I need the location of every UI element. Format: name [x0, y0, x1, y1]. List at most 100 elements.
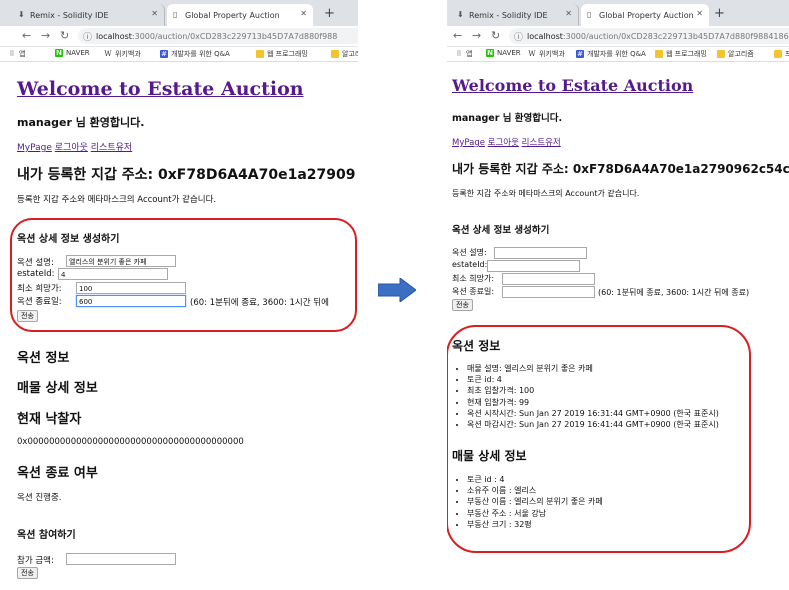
bookmark-algorithm[interactable]: 알고리즘	[717, 49, 754, 59]
wallet-heading: 내가 등록한 지갑 주소: 0xF78D6A4A70e1a27909	[17, 167, 356, 183]
url-host: localhost	[96, 31, 132, 41]
current-bidder-heading: 현재 낙찰자	[17, 412, 82, 427]
folder-icon	[717, 50, 725, 58]
tab-remix[interactable]: ⬇ Remix - Solidity IDE ✕	[451, 4, 579, 26]
close-icon[interactable]: ✕	[151, 9, 158, 18]
bookmark-naver[interactable]: N NAVER	[486, 49, 521, 57]
bookmark-apps[interactable]: ⠿ 앱	[455, 49, 472, 59]
form-heading: 옥션 상세 정보 생성하기	[452, 225, 550, 236]
bookmark-web-programming[interactable]: 웹 프로그래밍	[655, 49, 707, 59]
field-label-end-date: 옥션 종료일:	[452, 287, 495, 296]
field-label-min-price: 최소 희망가:	[452, 274, 495, 283]
bookmark-algorithm[interactable]: 알고리즘	[331, 49, 358, 59]
greeting: manager 님 환영합니다.	[17, 116, 145, 129]
bookmark-qa[interactable]: # 개발자를 위한 Q&A	[576, 49, 646, 59]
forward-icon[interactable]: →	[472, 29, 481, 42]
end-date-hint: (60: 1분뒤에 종료, 3600: 1시간 뒤에 종료)	[598, 288, 750, 297]
after-screenshot: ⬇ Remix - Solidity IDE ✕ ▯ Global Proper…	[447, 0, 789, 590]
download-icon: ⬇	[457, 10, 464, 19]
url-path: :3000/auction/0xCD283c229713b45D7A7d880f…	[131, 31, 338, 41]
bookmark-apps[interactable]: ⠿ 앱	[8, 49, 25, 59]
bookmark-wikipedia[interactable]: W 위키백과	[528, 49, 564, 59]
apps-icon: ⠿	[9, 50, 15, 58]
nav-links: MyPage 로그아웃 리스트유저	[452, 136, 561, 148]
tab-global-property-auction[interactable]: ▯ Global Property Auction ✕	[581, 4, 709, 26]
property-detail-heading: 매물 상세 정보	[17, 381, 98, 396]
page-icon: ▯	[587, 10, 592, 19]
url-path: :3000/auction/0xCD283c229713b45D7A7d880f…	[562, 31, 789, 41]
forward-icon[interactable]: →	[41, 29, 50, 42]
mypage-link[interactable]: MyPage	[17, 143, 52, 153]
naver-icon: N	[486, 49, 494, 57]
url-host: localhost	[527, 31, 563, 41]
greeting: manager 님 환영합니다.	[452, 113, 563, 124]
mypage-link[interactable]: MyPage	[452, 138, 485, 148]
list-users-link[interactable]: 리스트유저	[522, 138, 561, 148]
wallet-note: 등록한 지갑 주소와 메타마스크의 Account가 같습니다.	[452, 189, 640, 198]
close-icon[interactable]: ✕	[565, 9, 572, 18]
page-title-link[interactable]: Welcome to Estate Auction	[17, 78, 304, 100]
folder-icon	[331, 50, 339, 58]
reload-icon[interactable]: ↻	[60, 29, 69, 42]
min-price-input[interactable]	[502, 273, 595, 285]
info-icon: ⓘ	[83, 33, 93, 43]
tab-strip: ⬇ Remix - Solidity IDE ✕ ▯ Global Proper…	[0, 0, 358, 26]
download-icon: ⬇	[18, 10, 25, 19]
new-tab-button[interactable]: +	[324, 6, 335, 21]
bookmark-overflow[interactable]: 프	[774, 49, 789, 59]
reload-icon[interactable]: ↻	[491, 29, 500, 42]
logout-link[interactable]: 로그아웃	[55, 143, 88, 153]
address-bar[interactable]: ⓘ localhost:3000/auction/0xCD283c229713b…	[509, 28, 789, 44]
estate-id-input[interactable]	[487, 260, 580, 272]
bid-submit-button[interactable]: 전송	[17, 567, 38, 579]
tab-remix[interactable]: ⬇ Remix - Solidity IDE ✕	[12, 4, 165, 26]
wikipedia-icon: W	[528, 50, 536, 58]
field-label-description: 옥션 설명:	[452, 248, 487, 257]
wallet-note: 등록한 지갑 주소와 메타마스크의 Account가 같습니다.	[17, 195, 217, 205]
naver-icon: N	[55, 49, 63, 57]
navigation-bar: ← → ↻ ⓘ localhost:3000/auction/0xCD283c2…	[447, 26, 789, 47]
close-icon[interactable]: ✕	[300, 9, 307, 18]
highlight-ring-results	[447, 325, 751, 553]
bookmark-wikipedia[interactable]: W 위키백과	[104, 49, 140, 59]
description-input[interactable]	[494, 247, 587, 259]
list-users-link[interactable]: 리스트유저	[91, 143, 132, 153]
submit-button[interactable]: 전송	[452, 299, 473, 311]
address-bar[interactable]: ⓘ localhost:3000/auction/0xCD283c229713b…	[78, 28, 358, 44]
bookmarks-bar: ⠿앱 NNAVER W위키백과 #개발자를 위한 Q&A 웹 프로그래밍 알고리…	[0, 47, 358, 62]
tab-remix-title: Remix - Solidity IDE	[30, 10, 109, 20]
close-icon[interactable]: ✕	[696, 9, 703, 18]
new-tab-button[interactable]: +	[714, 6, 725, 21]
arrow-right-icon	[378, 278, 416, 302]
join-heading: 옥션 참여하기	[17, 530, 76, 541]
folder-icon	[774, 50, 782, 58]
bookmarks-bar: ⠿앱 NNAVER W위키백과 #개발자를 위한 Q&A 웹 프로그래밍 알고리…	[447, 47, 789, 62]
info-icon: ⓘ	[514, 33, 524, 43]
bid-amount-input[interactable]	[66, 553, 176, 565]
auction-end-heading: 옥션 종료 여부	[17, 466, 98, 481]
highlight-ring-form	[10, 218, 357, 332]
auction-info-heading: 옥션 정보	[17, 351, 70, 366]
end-date-input[interactable]	[502, 286, 595, 298]
hash-icon: #	[160, 50, 168, 58]
bookmark-naver[interactable]: N NAVER	[55, 49, 90, 57]
back-icon[interactable]: ←	[453, 29, 462, 42]
wallet-heading: 내가 등록한 지갑 주소: 0xF78D6A4A70e1a2790962c54c	[452, 162, 789, 176]
logout-link[interactable]: 로그아웃	[488, 138, 519, 148]
nav-links: MyPage 로그아웃 리스트유저	[17, 140, 132, 153]
tab-auction-title: Global Property Auction	[599, 10, 694, 20]
folder-icon	[256, 50, 264, 58]
bookmark-web-programming[interactable]: 웹 프로그래밍	[256, 49, 308, 59]
page-icon: ▯	[173, 10, 178, 19]
bidder-address: 0x00000000000000000000000000000000000000…	[17, 437, 244, 447]
wikipedia-icon: W	[104, 50, 112, 58]
bookmark-qa[interactable]: # 개발자를 위한 Q&A	[160, 49, 230, 59]
tab-remix-title: Remix - Solidity IDE	[469, 10, 548, 20]
navigation-bar: ← → ↻ ⓘ localhost:3000/auction/0xCD283c2…	[0, 26, 358, 47]
page-title-link[interactable]: Welcome to Estate Auction	[452, 76, 693, 95]
hash-icon: #	[576, 50, 584, 58]
tab-global-property-auction[interactable]: ▯ Global Property Auction ✕	[167, 4, 313, 26]
back-icon[interactable]: ←	[22, 29, 31, 42]
auction-status: 옥션 진행중.	[17, 493, 62, 503]
tab-strip: ⬇ Remix - Solidity IDE ✕ ▯ Global Proper…	[447, 0, 789, 26]
